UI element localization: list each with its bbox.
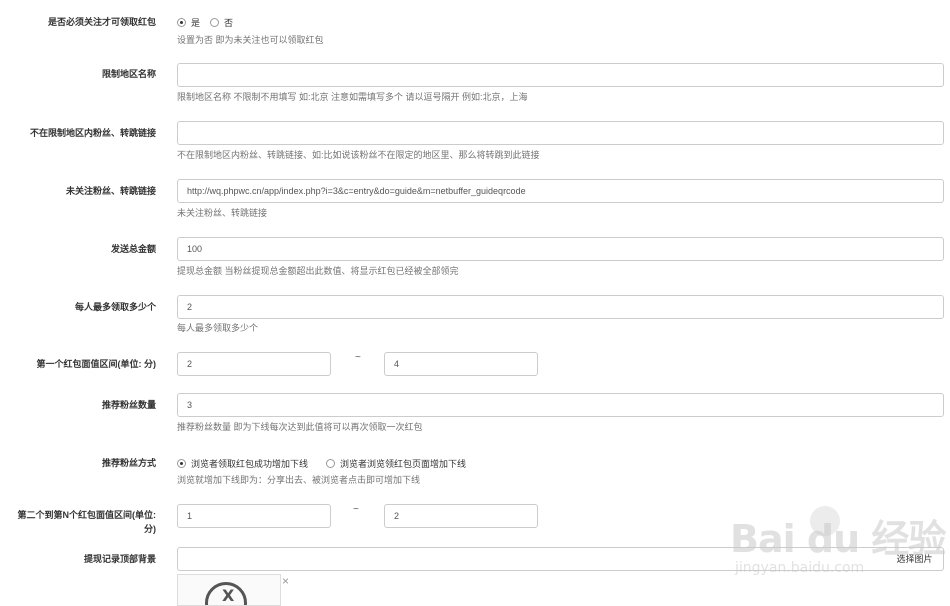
total-amount-input[interactable]: 100 bbox=[177, 237, 944, 261]
nth-range-label: 第二个到第N个红包面值区间(单位: 分) bbox=[18, 509, 157, 535]
unfollowed-link-input[interactable]: http://wq.phpwc.cn/app/index.php?i=3&c=e… bbox=[177, 179, 944, 203]
referral-count-help: 推荐粉丝数量 即为下线每次达到此值将可以再次领取一次红包 bbox=[177, 422, 423, 432]
referral-method-a-label: 浏览者领取红包成功增加下线 bbox=[191, 458, 309, 469]
radio-unchecked-icon bbox=[326, 458, 335, 468]
referral-method-a-radio[interactable]: 浏览者领取红包成功增加下线 bbox=[177, 457, 308, 469]
region-name-input[interactable] bbox=[177, 63, 944, 87]
outside-region-link-help: 不在限制地区内粉丝、转跳链接、如:比如说该粉丝不在限定的地区里、那么将转跳到此链… bbox=[177, 150, 540, 160]
outside-region-link-input[interactable] bbox=[177, 121, 944, 145]
unfollowed-link-help: 未关注粉丝、转跳链接 bbox=[177, 208, 268, 218]
follow-required-yes-label: 是 bbox=[191, 17, 201, 28]
referral-method-b-radio[interactable]: 浏览者浏览领红包页面增加下线 bbox=[326, 457, 466, 469]
remove-image-icon[interactable]: × bbox=[282, 574, 289, 588]
follow-required-no-radio[interactable]: 否 bbox=[210, 16, 233, 28]
follow-required-no-label: 否 bbox=[224, 17, 234, 28]
referral-method-help: 浏览就增加下线即为：分享出去、被浏览者点击即可增加下线 bbox=[177, 475, 421, 485]
max-per-person-label: 每人最多领取多少个 bbox=[74, 302, 156, 312]
nth-range-separator: ~ bbox=[353, 504, 359, 515]
referral-method-label: 推荐粉丝方式 bbox=[101, 458, 156, 468]
max-per-person-input[interactable]: 2 bbox=[177, 295, 944, 319]
first-range-max-input[interactable]: 4 bbox=[384, 352, 538, 376]
outside-region-link-label: 不在限制地区内粉丝、转跳链接 bbox=[29, 128, 156, 138]
follow-required-label: 是否必须关注才可领取红包 bbox=[47, 17, 156, 27]
radio-checked-icon bbox=[177, 458, 186, 468]
region-name-help: 限制地区名称 不限制不用填写 如:北京 注意如需填写多个 请以逗号隔开 例如:北… bbox=[177, 92, 528, 102]
total-amount-help: 提现总金额 当粉丝提现总金额超出此数值、将显示红包已经被全部领完 bbox=[177, 266, 459, 276]
first-range-min-input[interactable]: 2 bbox=[177, 352, 331, 376]
first-range-separator: ~ bbox=[355, 352, 361, 363]
max-per-person-help: 每人最多领取多少个 bbox=[177, 323, 259, 333]
unfollowed-link-label: 未关注粉丝、转跳链接 bbox=[65, 186, 156, 196]
region-name-label: 限制地区名称 bbox=[101, 69, 156, 79]
withdraw-bg-label: 提现记录顶部背景 bbox=[83, 554, 156, 564]
follow-required-help: 设置为否 即为未关注也可以领取红包 bbox=[177, 35, 324, 45]
first-range-label: 第一个红包面值区间(单位: 分) bbox=[36, 359, 157, 369]
referral-method-b-label: 浏览者浏览领红包页面增加下线 bbox=[340, 458, 467, 469]
nth-range-label-line2: 分) bbox=[144, 524, 156, 534]
nth-range-max-input[interactable]: 2 bbox=[384, 504, 538, 528]
referral-count-label: 推荐粉丝数量 bbox=[101, 400, 156, 410]
nth-range-label-line1: 第二个到第N个红包面值区间(单位: bbox=[17, 510, 157, 520]
radio-unchecked-icon bbox=[210, 17, 219, 27]
nth-range-min-input[interactable]: 1 bbox=[177, 504, 331, 528]
watermark-logo: Bai du 经验 bbox=[730, 517, 946, 561]
image-preview: X bbox=[177, 574, 281, 606]
total-amount-label: 发送总金额 bbox=[110, 244, 156, 254]
follow-required-yes-radio[interactable]: 是 bbox=[177, 16, 200, 28]
watermark-url: jingyan.baidu.com bbox=[735, 560, 865, 576]
radio-checked-icon bbox=[177, 17, 186, 27]
placeholder-x-icon: X bbox=[222, 586, 235, 605]
referral-count-input[interactable]: 3 bbox=[177, 393, 944, 417]
